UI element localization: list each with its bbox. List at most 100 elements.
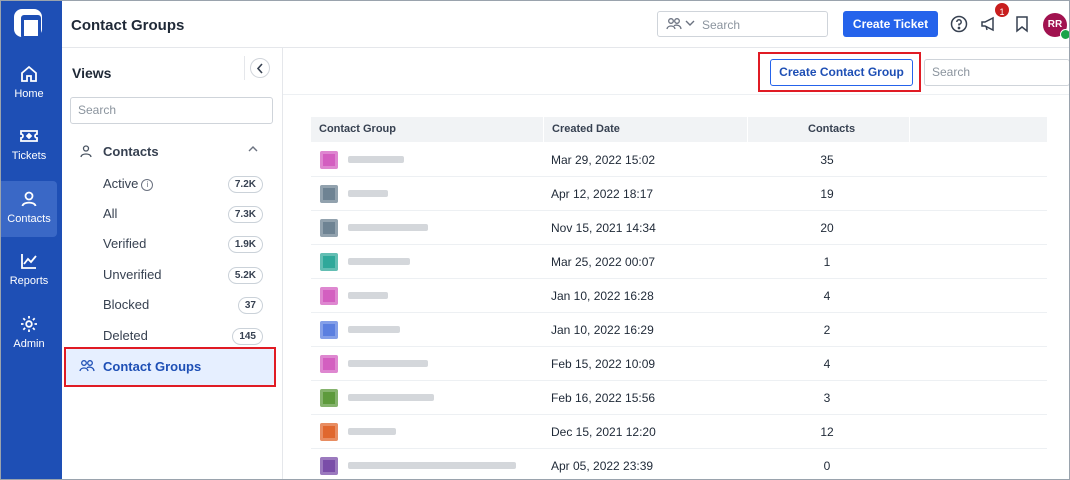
people-filter-icon[interactable] — [666, 17, 682, 31]
view-item-deleted[interactable]: Deleted 145 — [103, 328, 263, 346]
view-item-count: 37 — [237, 297, 263, 314]
contacts-count: 4 — [823, 289, 831, 303]
table-row[interactable]: Jan 10, 2022 16:28 4 — [311, 279, 1047, 313]
table-row[interactable]: Apr 12, 2022 18:17 19 — [311, 177, 1047, 211]
blurred-group-name — [348, 156, 404, 163]
group-avatar — [320, 355, 338, 373]
view-item-label: Deleted — [103, 328, 148, 343]
rail-item-contacts[interactable]: Contacts — [1, 181, 57, 237]
created-date: Jan 10, 2022 16:28 — [551, 289, 654, 303]
table-row[interactable]: Nov 15, 2021 14:34 20 — [311, 211, 1047, 245]
view-item-label: Active — [103, 176, 139, 191]
view-item-count: 7.2K — [227, 176, 263, 193]
view-item-label: Blocked — [103, 297, 150, 312]
column-header-contact-group[interactable]: Contact Group — [319, 123, 396, 135]
view-item-label: Verified — [103, 236, 147, 251]
rail-label-contacts: Contacts — [7, 213, 51, 225]
created-date: Mar 25, 2022 00:07 — [551, 255, 656, 269]
views-title: Views — [72, 65, 112, 81]
divider — [244, 56, 245, 80]
view-item-all[interactable]: All 7.3K — [103, 206, 263, 224]
blurred-group-name — [348, 428, 396, 435]
bookmark-icon[interactable] — [1013, 15, 1031, 33]
created-date: Apr 05, 2022 23:39 — [551, 459, 654, 473]
created-date: Jan 10, 2022 16:29 — [551, 323, 654, 337]
view-item-active[interactable]: Active i 7.2K — [103, 176, 263, 194]
global-search-placeholder: Search — [702, 18, 741, 32]
app-logo-icon[interactable] — [14, 9, 42, 39]
created-date: Feb 15, 2022 10:09 — [551, 357, 656, 371]
blurred-group-name — [348, 462, 516, 469]
contacts-count: 35 — [820, 153, 834, 167]
group-avatar — [320, 219, 338, 237]
column-header-contacts[interactable]: Contacts — [808, 123, 855, 135]
info-icon[interactable]: i — [141, 179, 154, 191]
column-header-created-date[interactable]: Created Date — [552, 123, 620, 135]
main-content: Create Contact Group Search Contact Grou… — [283, 48, 1069, 479]
table-header: Contact Group Created Date Contacts — [311, 117, 1047, 142]
column-separator — [747, 117, 748, 142]
chart-icon — [21, 254, 37, 269]
collapse-panel-button[interactable] — [250, 58, 270, 78]
view-item-label: Unverified — [103, 267, 162, 282]
contacts-group-header[interactable]: Contacts — [78, 142, 268, 160]
rail-item-home[interactable]: Home — [1, 56, 57, 112]
gear-icon — [21, 316, 37, 332]
contacts-count: 20 — [820, 221, 834, 235]
created-date: Dec 15, 2021 12:20 — [551, 425, 656, 439]
group-avatar — [320, 389, 338, 407]
rail-item-tickets[interactable]: Tickets — [1, 118, 57, 174]
column-separator — [543, 117, 544, 142]
help-icon[interactable] — [950, 15, 968, 33]
contacts-group-label: Contacts — [103, 144, 159, 159]
contacts-count: 12 — [820, 425, 834, 439]
chevron-up-icon[interactable] — [248, 145, 258, 152]
created-date: Apr 12, 2022 18:17 — [551, 187, 654, 201]
group-avatar — [320, 287, 338, 305]
view-item-count: 5.2K — [227, 267, 263, 284]
created-date: Feb 16, 2022 15:56 — [551, 391, 656, 405]
rail-item-reports[interactable]: Reports — [1, 243, 57, 299]
contacts-count: 0 — [823, 459, 831, 473]
view-item-count: 7.3K — [227, 206, 263, 223]
ticket-icon — [20, 130, 38, 142]
create-ticket-button[interactable]: Create Ticket — [843, 11, 938, 37]
chevron-down-icon[interactable] — [685, 20, 695, 27]
global-search[interactable]: Search — [657, 11, 828, 37]
view-item-verified[interactable]: Verified 1.9K — [103, 236, 263, 254]
blurred-group-name — [348, 258, 410, 265]
groups-search-input[interactable]: Search — [924, 59, 1069, 86]
rail-label-admin: Admin — [13, 338, 45, 350]
megaphone-icon[interactable] — [980, 15, 998, 33]
blurred-group-name — [348, 292, 388, 299]
view-item-blocked[interactable]: Blocked 37 — [103, 297, 263, 315]
group-avatar — [320, 253, 338, 271]
table-row[interactable]: Apr 05, 2022 23:39 0 — [311, 449, 1047, 479]
table-row[interactable]: Feb 16, 2022 15:56 3 — [311, 381, 1047, 415]
contacts-count: 2 — [823, 323, 831, 337]
contacts-count: 19 — [820, 187, 834, 201]
rail-item-admin[interactable]: Admin — [1, 306, 57, 362]
blurred-group-name — [348, 224, 428, 231]
created-date: Mar 29, 2022 15:02 — [551, 153, 656, 167]
view-item-unverified[interactable]: Unverified 5.2K — [103, 267, 263, 285]
top-header: Contact Groups Search Create Ticket 1 RR — [62, 1, 1069, 48]
contacts-count: 3 — [823, 391, 831, 405]
group-avatar — [320, 151, 338, 169]
table-row[interactable]: Mar 25, 2022 00:07 1 — [311, 245, 1047, 279]
table-row[interactable]: Jan 10, 2022 16:29 2 — [311, 313, 1047, 347]
page-title: Contact Groups — [71, 17, 185, 34]
main-toolbar: Create Contact Group Search — [283, 48, 1069, 95]
group-avatar — [320, 457, 338, 475]
table-row[interactable]: Dec 15, 2021 12:20 12 — [311, 415, 1047, 449]
table-row[interactable]: Mar 29, 2022 15:02 35 — [311, 143, 1047, 177]
contacts-count: 4 — [823, 357, 831, 371]
column-separator — [909, 117, 910, 142]
views-search-input[interactable]: Search — [70, 97, 273, 124]
rail-label-reports: Reports — [9, 275, 49, 287]
app-window: Home Tickets Contacts Reports Admin Cont… — [0, 0, 1070, 480]
blurred-group-name — [348, 326, 400, 333]
table-row[interactable]: Feb 15, 2022 10:09 4 — [311, 347, 1047, 381]
view-item-count: 1.9K — [227, 236, 263, 253]
views-panel: Views Search Contacts Active i 7.2K All 7… — [62, 48, 283, 479]
